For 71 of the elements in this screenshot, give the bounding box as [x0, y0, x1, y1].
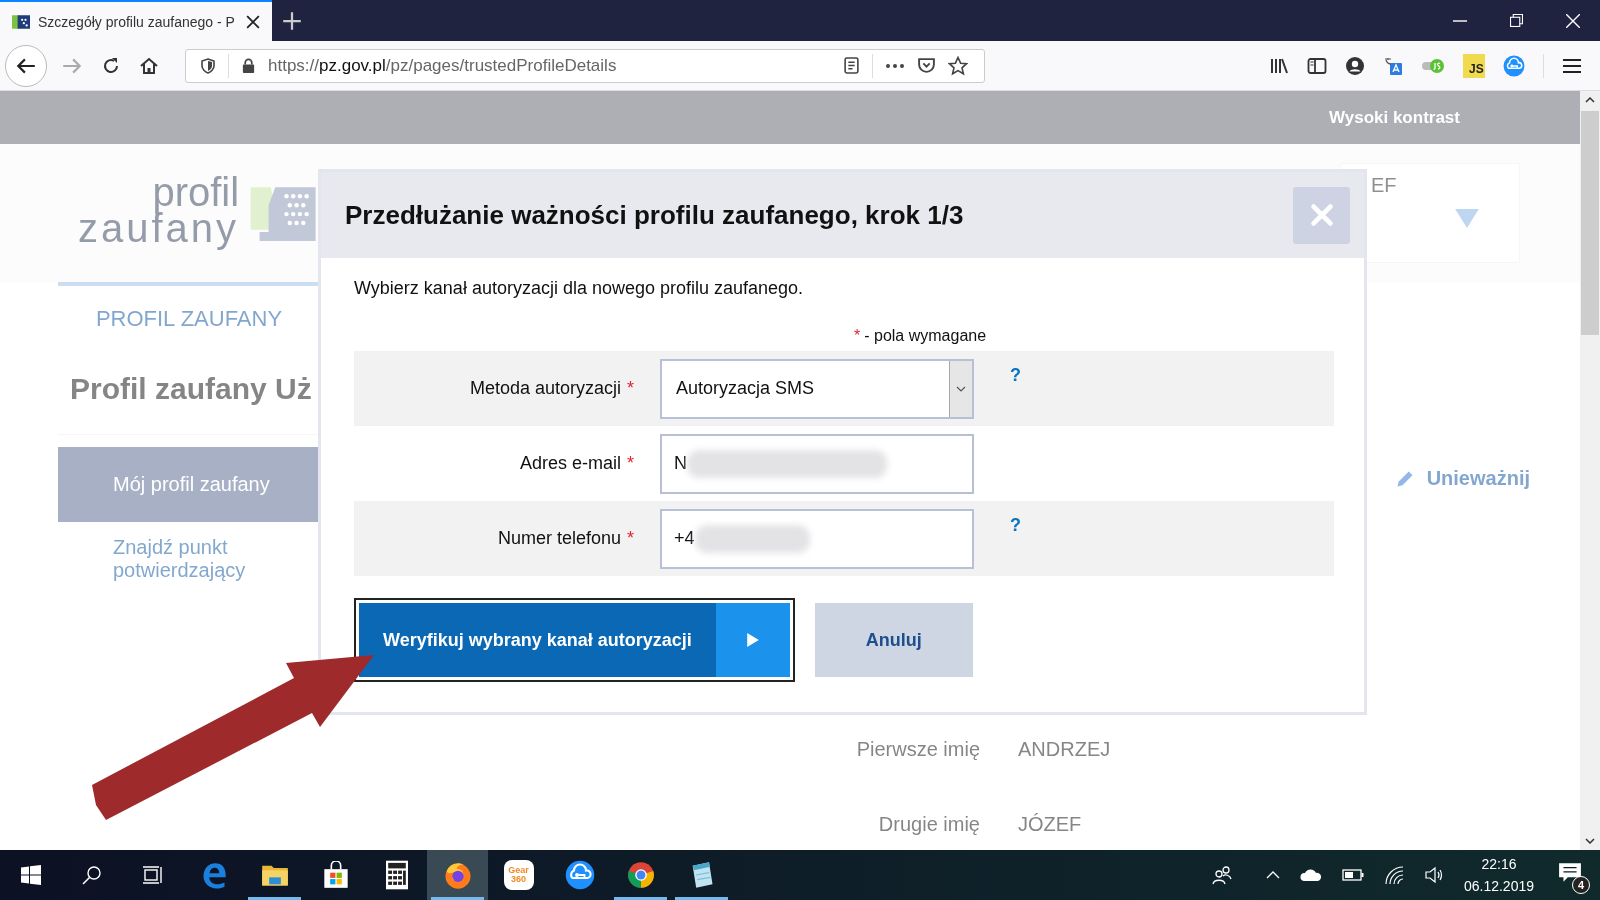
url-text: https://pz.gov.pl/pz/pages/trustedProfileDetails: [268, 55, 617, 76]
scroll-down-icon[interactable]: [1585, 838, 1595, 844]
tab-title: Szczegóły profilu zaufanego - P: [38, 13, 236, 30]
dropdown-triangle-icon: [1455, 208, 1479, 228]
restore-icon[interactable]: [1510, 14, 1523, 27]
play-arrow-icon: [746, 633, 759, 647]
chrome-icon[interactable]: [626, 861, 655, 889]
task-view-icon[interactable]: [141, 865, 164, 885]
help-link[interactable]: ?: [1010, 351, 1040, 386]
shopping-bag-icon[interactable]: [321, 861, 350, 889]
address-bar[interactable]: https://pz.gov.pl/pz/pages/trustedProfileDetails: [185, 48, 985, 83]
folder-icon[interactable]: [260, 863, 289, 887]
verify-button[interactable]: Weryfikuj wybrany kanał autoryzacji: [359, 603, 790, 677]
required-asterisk: *: [627, 378, 634, 398]
notification-count: 4: [1572, 876, 1590, 894]
volume-icon[interactable]: [1423, 865, 1444, 885]
account-icon[interactable]: [1345, 55, 1365, 76]
more-actions-icon[interactable]: [885, 62, 905, 69]
back-button[interactable]: [5, 44, 47, 87]
browser-tab[interactable]: Szczegóły profilu zaufanego - P: [0, 0, 272, 41]
form-label: Adres e-mail: [519, 453, 621, 473]
shield-icon: [200, 57, 216, 74]
people-icon[interactable]: [1211, 865, 1232, 885]
field-value: JÓZEF: [1018, 813, 1082, 836]
required-asterisk: *: [627, 528, 634, 548]
close-icon: [1309, 203, 1334, 227]
toggle-switch-icon[interactable]: [1421, 57, 1445, 74]
calculator-icon[interactable]: [385, 860, 408, 890]
input-field[interactable]: +4: [660, 508, 974, 569]
input-field[interactable]: N: [660, 433, 974, 494]
scrollbar-thumb[interactable]: [1581, 111, 1599, 335]
scrollbar[interactable]: [1580, 91, 1600, 850]
site-favicon-icon: [12, 12, 30, 31]
wifi-icon[interactable]: [1383, 865, 1404, 885]
close-window-icon[interactable]: [1566, 13, 1580, 28]
cloud-icon[interactable]: [1299, 869, 1322, 881]
help-link[interactable]: ?: [1010, 501, 1040, 536]
battery-icon[interactable]: [1341, 869, 1364, 881]
cloud-key-icon[interactable]: [564, 860, 595, 890]
required-asterisk: *: [627, 453, 634, 473]
user-name: EF: [1371, 174, 1397, 197]
cancel-button[interactable]: Anuluj: [814, 603, 973, 677]
field-label: Drugie imię: [878, 813, 980, 836]
scroll-up-icon[interactable]: [1585, 97, 1595, 103]
instruction-text: Wybierz kanał autoryzacji dla nowego profilu zaufanego.: [354, 278, 805, 299]
required-asterisk: *: [854, 327, 861, 345]
required-note: - pola wymagane: [864, 327, 987, 345]
start-icon[interactable]: [20, 865, 41, 885]
pocket-icon[interactable]: [917, 57, 936, 74]
menu-icon[interactable]: [1562, 57, 1582, 74]
field-value: ANDRZEJ: [1018, 738, 1111, 761]
field-label: Pierwsze imię: [856, 738, 980, 761]
sidebar-icon[interactable]: [1307, 55, 1327, 76]
bookmark-star-icon[interactable]: [948, 55, 968, 76]
reader-view-icon[interactable]: [843, 57, 860, 74]
home-icon[interactable]: [139, 55, 159, 76]
search-icon[interactable]: [81, 865, 102, 885]
logo-text: profil: [152, 169, 240, 214]
form-label: Metoda autoryzacji: [469, 378, 621, 398]
caret-icon: [956, 385, 966, 392]
method-select[interactable]: Autoryzacja SMS: [660, 358, 974, 419]
dialog-title: Przedłużanie ważności profilu zaufanego, krok 1/3: [345, 199, 965, 231]
translate-icon[interactable]: [1383, 55, 1403, 76]
new-tab-icon[interactable]: [282, 10, 302, 31]
form-label: Numer telefonu: [497, 528, 621, 548]
reload-icon[interactable]: [101, 55, 121, 76]
extension-badge[interactable]: JS: [1463, 53, 1485, 78]
close-tab-icon[interactable]: [246, 14, 260, 29]
chevron-up-icon[interactable]: [1265, 871, 1280, 879]
clock[interactable]: 22:16 06.12.2019: [1463, 853, 1534, 897]
lock-icon: [241, 58, 256, 73]
